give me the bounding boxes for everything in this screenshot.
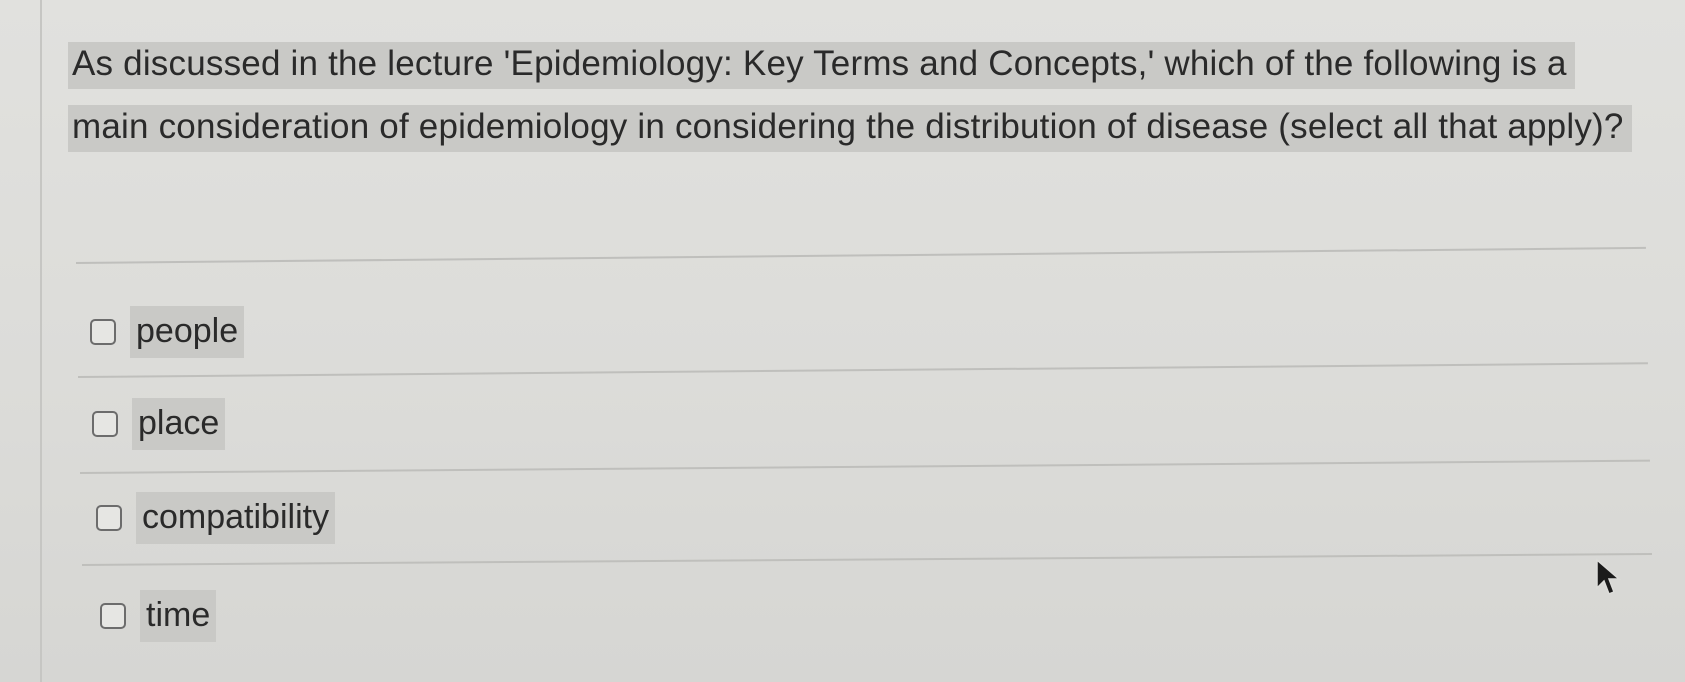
option-label[interactable]: people xyxy=(130,306,245,358)
checkbox-empty-icon[interactable] xyxy=(90,319,116,345)
option-label[interactable]: compatibility xyxy=(136,492,336,544)
divider xyxy=(77,362,1648,378)
divider xyxy=(81,553,1652,566)
page-left-border xyxy=(40,0,42,682)
option-people[interactable]: people xyxy=(90,306,245,358)
question-prompt: As discussed in the lecture 'Epidemiolog… xyxy=(68,32,1638,158)
question-text: As discussed in the lecture 'Epidemiolog… xyxy=(68,42,1632,152)
option-compatibility[interactable]: compatibility xyxy=(96,492,336,544)
divider xyxy=(79,459,1650,474)
divider xyxy=(75,246,1646,264)
mouse-pointer-icon xyxy=(1596,558,1622,595)
option-label[interactable]: time xyxy=(140,590,217,642)
option-label[interactable]: place xyxy=(132,398,226,450)
option-time[interactable]: time xyxy=(100,590,217,642)
quiz-page: As discussed in the lecture 'Epidemiolog… xyxy=(0,0,1685,682)
checkbox-empty-icon[interactable] xyxy=(92,411,118,437)
checkbox-empty-icon[interactable] xyxy=(96,505,122,531)
checkbox-empty-icon[interactable] xyxy=(100,603,126,629)
option-place[interactable]: place xyxy=(92,398,226,450)
